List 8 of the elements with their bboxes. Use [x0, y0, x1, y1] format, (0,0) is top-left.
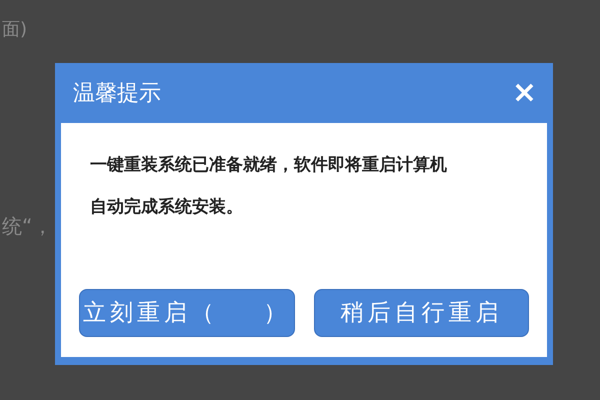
- message-text: 一键重装系统已准备就绪，软件即将重启计算机: [90, 154, 447, 177]
- page-text: 面): [2, 18, 28, 42]
- page-text: 统“，: [2, 213, 52, 240]
- close-button[interactable]: ×: [512, 78, 537, 108]
- message-text: 自动完成系统安装。: [90, 196, 243, 218]
- restart-button[interactable]: 稍后自行重启: [314, 289, 529, 337]
- dialog-title: 温馨提示: [73, 80, 161, 108]
- restart-button[interactable]: 立刻重启（ ）: [79, 289, 294, 337]
